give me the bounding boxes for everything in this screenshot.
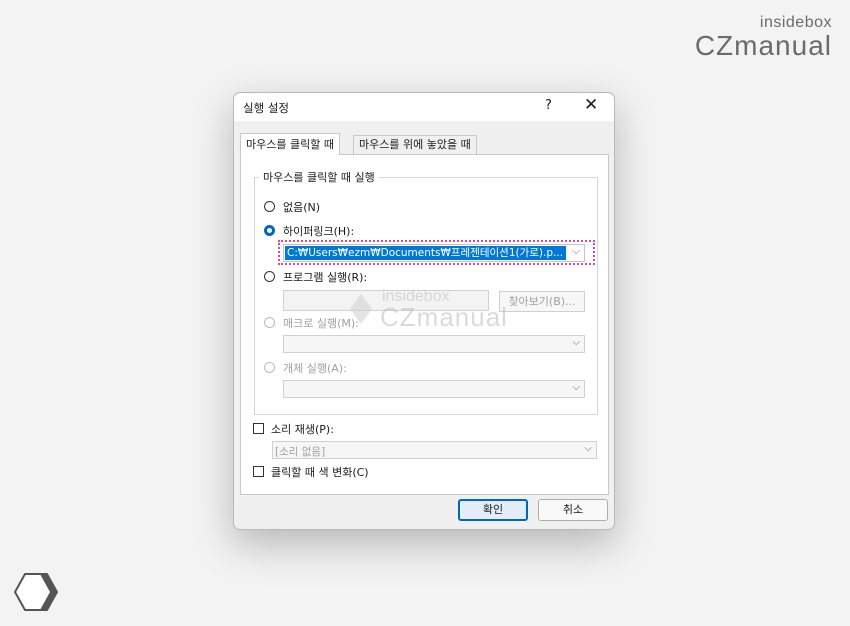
highlight-click-checkbox[interactable] (253, 466, 264, 477)
help-button[interactable]: ? (545, 98, 552, 113)
radio-object-action[interactable] (264, 362, 275, 373)
radio-object-action-label: 개체 실행(A): (283, 362, 347, 375)
cancel-button[interactable]: 취소 (538, 499, 608, 521)
brand-logo: insidebox CZmanual (695, 14, 832, 62)
program-path-input[interactable] (283, 290, 489, 311)
radio-hyperlink[interactable] (264, 225, 275, 236)
tab-mouse-over[interactable]: 마우스를 위에 놓았을 때 (353, 135, 477, 154)
chevron-down-icon: ⌵ (572, 246, 580, 257)
hyperlink-selected-value: C:₩Users₩ezm₩Documents₩프레젠테이션1(가로).p... (285, 246, 566, 260)
radio-hyperlink-label: 하이퍼링크(H): (283, 225, 355, 238)
radio-run-macro[interactable] (264, 317, 275, 328)
hyperlink-dropdown[interactable]: C:₩Users₩ezm₩Documents₩프레젠테이션1(가로).p... … (283, 244, 585, 262)
ok-button[interactable]: 확인 (458, 499, 528, 521)
hexagon-logo-icon (14, 573, 58, 611)
chevron-down-icon: ⌵ (584, 443, 592, 454)
chevron-down-icon: ⌵ (572, 337, 580, 348)
object-action-dropdown[interactable]: ⌵ (283, 380, 585, 398)
action-settings-dialog: 실행 설정 ? ✕ 마우스를 클릭할 때 마우스를 위에 놓았을 때 마우스를 … (233, 92, 615, 530)
radio-none[interactable] (264, 201, 275, 212)
chevron-down-icon: ⌵ (572, 382, 580, 393)
tab-page: 마우스를 클릭할 때 실행 없음(N) 하이퍼링크(H): C:₩Users₩e… (240, 154, 609, 495)
close-button[interactable]: ✕ (584, 95, 598, 115)
radio-run-program[interactable] (264, 271, 275, 282)
radio-none-label: 없음(N) (283, 201, 321, 214)
radio-run-macro-label: 매크로 실행(M): (283, 317, 359, 330)
title-bar: 실행 설정 ? ✕ (234, 93, 614, 121)
brand-big-text: CZmanual (694, 30, 832, 61)
sound-selected-value: [소리 없음] (275, 446, 326, 458)
dialog-title: 실행 설정 (243, 101, 289, 115)
macro-dropdown[interactable]: ⌵ (283, 335, 585, 353)
group-label: 마우스를 클릭할 때 실행 (259, 169, 379, 185)
highlight-click-label: 클릭할 때 색 변화(C) (271, 466, 369, 479)
play-sound-label: 소리 재생(P): (271, 423, 334, 436)
tab-mouse-click[interactable]: 마우스를 클릭할 때 (240, 133, 340, 155)
sound-dropdown[interactable]: [소리 없음] ⌵ (272, 441, 597, 459)
play-sound-checkbox[interactable] (253, 423, 264, 434)
browse-button[interactable]: 찾아보기(B)... (499, 291, 585, 312)
radio-run-program-label: 프로그램 실행(R): (283, 271, 368, 284)
